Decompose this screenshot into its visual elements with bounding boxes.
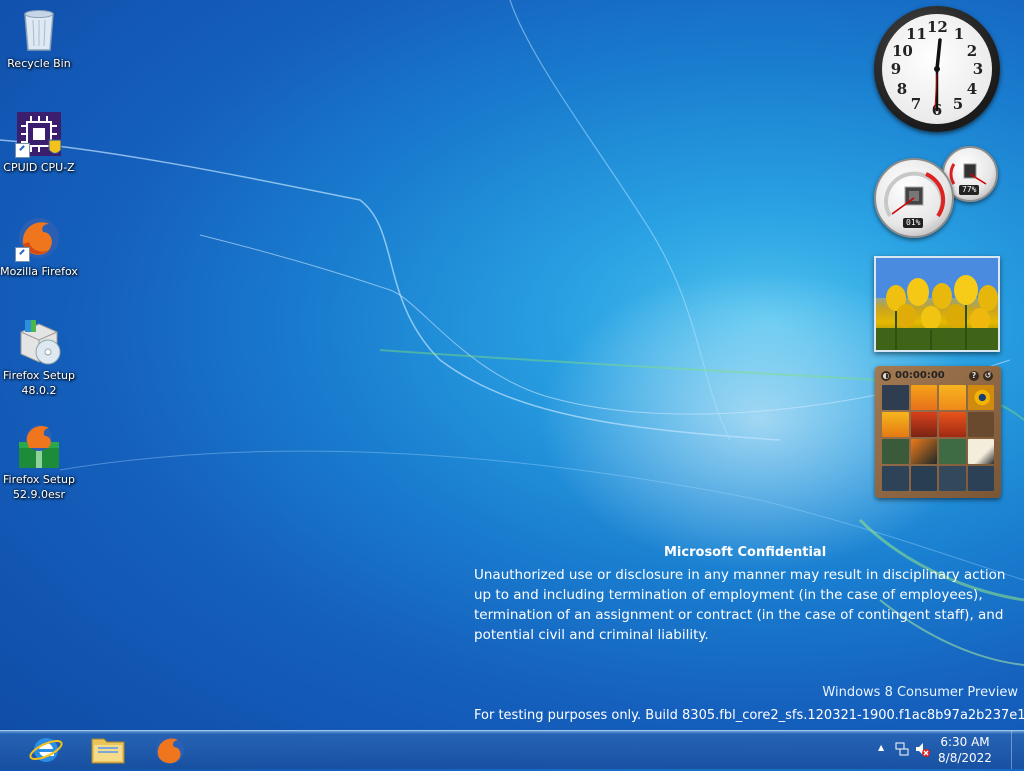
puzzle-tile[interactable] (967, 385, 994, 410)
cpuz-icon (15, 110, 63, 158)
desktop-icon-label: Mozilla Firefox (0, 265, 78, 278)
puzzle-tile[interactable] (939, 466, 966, 491)
volume-muted-icon[interactable] (914, 741, 930, 760)
cpu-meter-gadget[interactable]: 77% 01% (874, 144, 1000, 244)
installer-icon (15, 318, 63, 366)
confidential-body: Unauthorized use or disclosure in any ma… (474, 567, 1006, 643)
puzzle-tile[interactable] (939, 439, 966, 464)
desktop-icon-firefox-setup-52[interactable]: Firefox Setup 52.9.0esr (0, 422, 78, 502)
puzzle-tile[interactable] (910, 466, 937, 491)
cpu-gauge: 01% (874, 158, 954, 238)
taskbar-internet-explorer[interactable] (22, 733, 70, 767)
taskbar-clock[interactable]: 6:30 AM 8/8/2022 (935, 734, 995, 766)
show-desktop-button[interactable] (1011, 731, 1024, 769)
cpu-value: 01% (903, 218, 924, 228)
puzzle-tile[interactable] (910, 439, 937, 464)
desktop-icon-cpuz[interactable]: CPUID CPU-Z (0, 110, 78, 175)
desktop-icon-firefox-setup-48[interactable]: Firefox Setup 48.0.2 (0, 318, 78, 398)
puzzle-tile[interactable] (882, 385, 909, 410)
show-hidden-icons-button[interactable]: ▲ (878, 743, 884, 752)
memory-value: 77% (959, 185, 980, 195)
puzzle-reset-button[interactable]: ↺ (983, 371, 993, 381)
shortcut-arrow-icon (15, 143, 30, 158)
puzzle-tile[interactable] (882, 412, 909, 437)
recycle-bin-icon (15, 6, 63, 54)
clock-hands (934, 38, 942, 112)
puzzle-tile[interactable] (939, 385, 966, 410)
firefox-icon (156, 736, 184, 764)
taskbar: ▲ 6:30 AM 8/8/2022 (0, 730, 1024, 769)
shortcut-arrow-icon (15, 247, 30, 262)
puzzle-tile[interactable] (910, 385, 937, 410)
puzzle-tile[interactable] (882, 466, 909, 491)
build-watermark: For testing purposes only. Build 8305.fb… (474, 708, 1024, 723)
folder-icon (91, 738, 125, 764)
clock-gadget[interactable]: 12 1 2 3 4 5 6 7 8 9 10 11 (874, 6, 1000, 132)
desktop-icon-label: Recycle Bin (7, 57, 71, 70)
taskbar-file-explorer[interactable] (84, 733, 132, 767)
puzzle-tile[interactable] (967, 412, 994, 437)
puzzle-preview-icon[interactable]: ◐ (881, 371, 891, 381)
desktop-icon-firefox[interactable]: Mozilla Firefox (0, 214, 78, 279)
desktop-icon-recycle-bin[interactable]: Recycle Bin (0, 6, 78, 71)
edition-watermark: Windows 8 Consumer Preview (822, 685, 1018, 700)
desktop-icon-label: Firefox Setup 52.9.0esr (3, 473, 75, 501)
puzzle-tile[interactable] (939, 412, 966, 437)
confidential-title: Microsoft Confidential (664, 545, 827, 560)
puzzle-grid (882, 385, 994, 491)
puzzle-timer: 00:00:00 (895, 370, 945, 381)
puzzle-tile[interactable] (882, 439, 909, 464)
network-icon[interactable] (894, 741, 910, 760)
taskbar-firefox[interactable] (146, 733, 194, 767)
puzzle-help-button[interactable]: ? (969, 371, 979, 381)
puzzle-toolbar: ◐ 00:00:00 ? ↺ (879, 369, 997, 383)
firefox-icon (15, 214, 63, 262)
puzzle-tile[interactable] (967, 466, 994, 491)
taskbar-date: 8/8/2022 (938, 751, 992, 765)
picture-puzzle-gadget[interactable]: ◐ 00:00:00 ? ↺ (875, 366, 1001, 498)
notification-area: ▲ 6:30 AM 8/8/2022 (854, 731, 1024, 769)
puzzle-tile[interactable] (967, 439, 994, 464)
taskbar-time: 6:30 AM (940, 735, 990, 749)
slideshow-gadget[interactable] (874, 256, 1000, 352)
internet-explorer-icon (29, 738, 63, 762)
slideshow-photo (876, 258, 998, 350)
puzzle-tile[interactable] (910, 412, 937, 437)
clock-dial: 12 1 2 3 4 5 6 7 8 9 10 11 (882, 14, 992, 124)
firefox-installer-icon (15, 422, 63, 470)
desktop-icon-label: CPUID CPU-Z (3, 161, 75, 174)
desktop-icon-label: Firefox Setup 48.0.2 (3, 369, 75, 397)
